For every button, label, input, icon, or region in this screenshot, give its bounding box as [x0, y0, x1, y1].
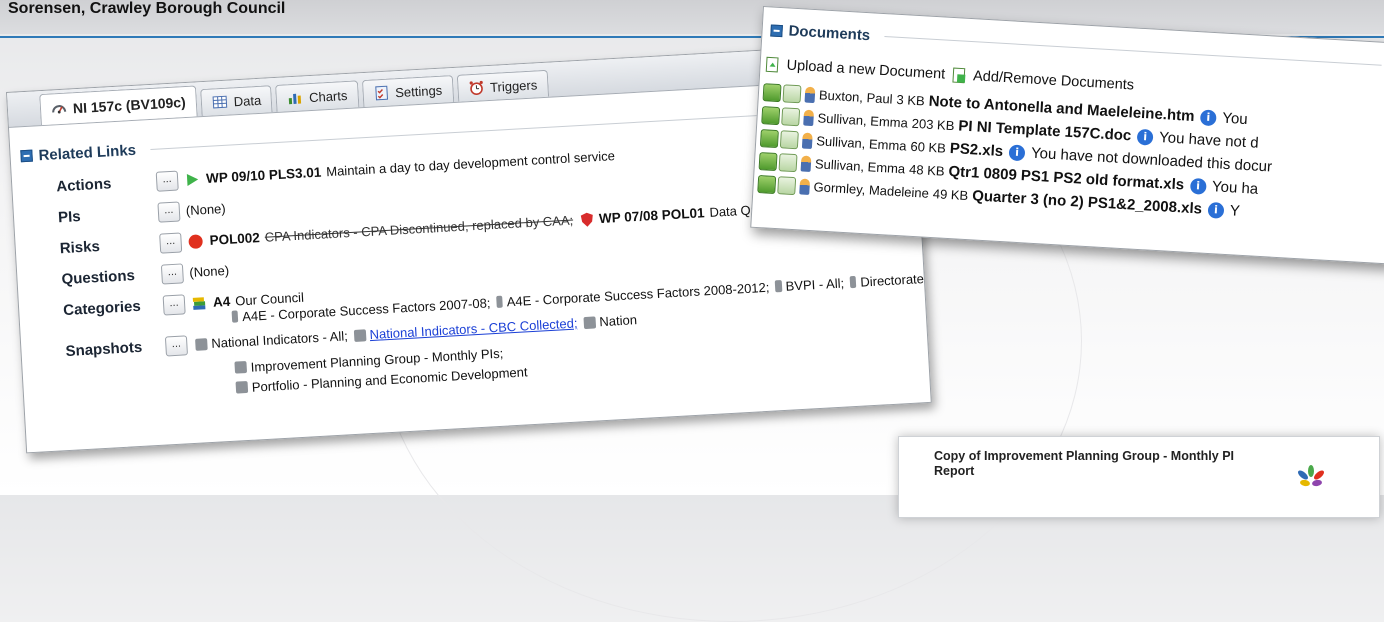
document-size: 48 KB: [909, 162, 945, 179]
snapshot-icon: [195, 338, 208, 351]
tab-triggers[interactable]: Triggers: [456, 70, 549, 102]
tab-data[interactable]: Data: [200, 85, 273, 116]
tab-charts[interactable]: Charts: [275, 80, 359, 112]
tab-label: Data: [233, 92, 261, 109]
document-size: 3 KB: [896, 92, 925, 109]
download-icon[interactable]: [761, 106, 780, 125]
row-label: Risks: [59, 235, 160, 258]
shield-icon: [579, 211, 596, 228]
download-icon[interactable]: [759, 152, 778, 171]
tab-label: Settings: [395, 82, 443, 100]
tab-indicator[interactable]: NI 157c (BV109c): [39, 85, 197, 125]
pis-text: (None): [185, 201, 226, 218]
info-icon: i: [1137, 128, 1154, 145]
snapshots-more-button[interactable]: ...: [165, 335, 188, 356]
tab-label: Triggers: [490, 77, 538, 95]
document-owner: Sullivan, Emma: [816, 133, 907, 153]
document-status: You have not d: [1159, 129, 1259, 152]
document-size: 60 KB: [910, 139, 946, 156]
section-title: Documents: [788, 23, 871, 45]
tab-label: NI 157c (BV109c): [73, 94, 187, 116]
section-divider: [884, 36, 1382, 66]
collapse-icon[interactable]: [20, 150, 33, 163]
report-title: Copy of Improvement Planning Group - Mon…: [934, 449, 1234, 479]
category-icon: [232, 310, 239, 322]
alarm-clock-icon: [468, 79, 485, 96]
category-icon: [496, 296, 503, 308]
upload-document-icon: [764, 56, 781, 73]
play-arrow-icon: [184, 171, 201, 188]
snapshot-icon: [236, 381, 249, 394]
snapshot-item: Nation: [599, 312, 637, 329]
person-icon: [803, 109, 814, 126]
red-circle-icon: [187, 233, 204, 250]
person-icon: [805, 86, 816, 103]
document-owner: Sullivan, Emma: [815, 156, 906, 176]
download-icon[interactable]: [763, 83, 782, 102]
row-label: Questions: [61, 266, 162, 289]
snapshot-link[interactable]: National Indicators - CBC Collected;: [369, 315, 578, 342]
info-icon: i: [1207, 201, 1224, 218]
document-status: You: [1222, 110, 1248, 128]
row-label: PIs: [58, 204, 159, 227]
document-owner: Sullivan, Emma: [817, 110, 908, 130]
document-size: 49 KB: [932, 186, 968, 203]
download-icon[interactable]: [757, 175, 776, 194]
tab-label: Charts: [309, 87, 348, 104]
document-icon[interactable]: [780, 130, 799, 149]
category-icon: [775, 280, 782, 292]
add-remove-documents-icon: [951, 65, 968, 86]
collapse-icon[interactable]: [770, 24, 783, 37]
row-label: Actions: [56, 173, 157, 196]
info-icon: i: [1009, 144, 1026, 161]
document-icon[interactable]: [777, 176, 796, 195]
risks-more-button[interactable]: ...: [159, 232, 182, 253]
row-label: Snapshots: [65, 338, 166, 361]
document-size: 203 KB: [911, 116, 954, 133]
table-icon: [211, 94, 228, 111]
risk-code[interactable]: POL002: [209, 230, 260, 248]
flower-logo-icon: [1294, 463, 1328, 491]
gauge-icon: [51, 101, 68, 118]
person-icon: [801, 155, 812, 172]
info-icon: i: [1200, 109, 1217, 126]
document-owner: Buxton, Paul: [819, 87, 893, 106]
risk-code[interactable]: WP 07/08 POL01: [599, 205, 705, 226]
snapshot-icon: [353, 329, 366, 342]
tab-settings[interactable]: Settings: [362, 75, 454, 107]
info-icon: i: [1190, 177, 1207, 194]
page-title: Sorensen, Crawley Borough Council: [8, 0, 285, 18]
documents-panel: Documents Upload a new Document Add/Remo…: [750, 6, 1384, 265]
snapshot-item: National Indicators - All;: [211, 328, 348, 351]
actions-more-button[interactable]: ...: [156, 170, 179, 191]
document-status: Y: [1229, 202, 1240, 220]
snapshot-icon: [583, 316, 596, 329]
person-icon: [802, 132, 813, 149]
questions-text: (None): [189, 263, 230, 280]
report-card: Copy of Improvement Planning Group - Mon…: [898, 436, 1380, 518]
document-status: You ha: [1212, 178, 1259, 198]
category-extra: BVPI - All;: [785, 275, 844, 293]
section-title: Related Links: [38, 141, 136, 163]
category-icon: [850, 276, 857, 288]
document-icon[interactable]: [779, 153, 798, 172]
document-owner: Gormley, Madeleine: [813, 179, 929, 201]
download-icon[interactable]: [760, 129, 779, 148]
document-icon[interactable]: [781, 107, 800, 126]
document-icon[interactable]: [783, 84, 802, 103]
pis-more-button[interactable]: ...: [157, 201, 180, 222]
document-file-link[interactable]: PS2.xls: [949, 140, 1003, 160]
category-extra: Directorate: [860, 271, 924, 290]
checklist-icon: [373, 85, 390, 102]
snapshot-icon: [234, 361, 247, 374]
questions-more-button[interactable]: ...: [161, 263, 184, 284]
person-icon: [799, 178, 810, 195]
bar-chart-icon: [287, 89, 304, 106]
action-code[interactable]: WP 09/10 PLS3.01: [206, 165, 322, 186]
